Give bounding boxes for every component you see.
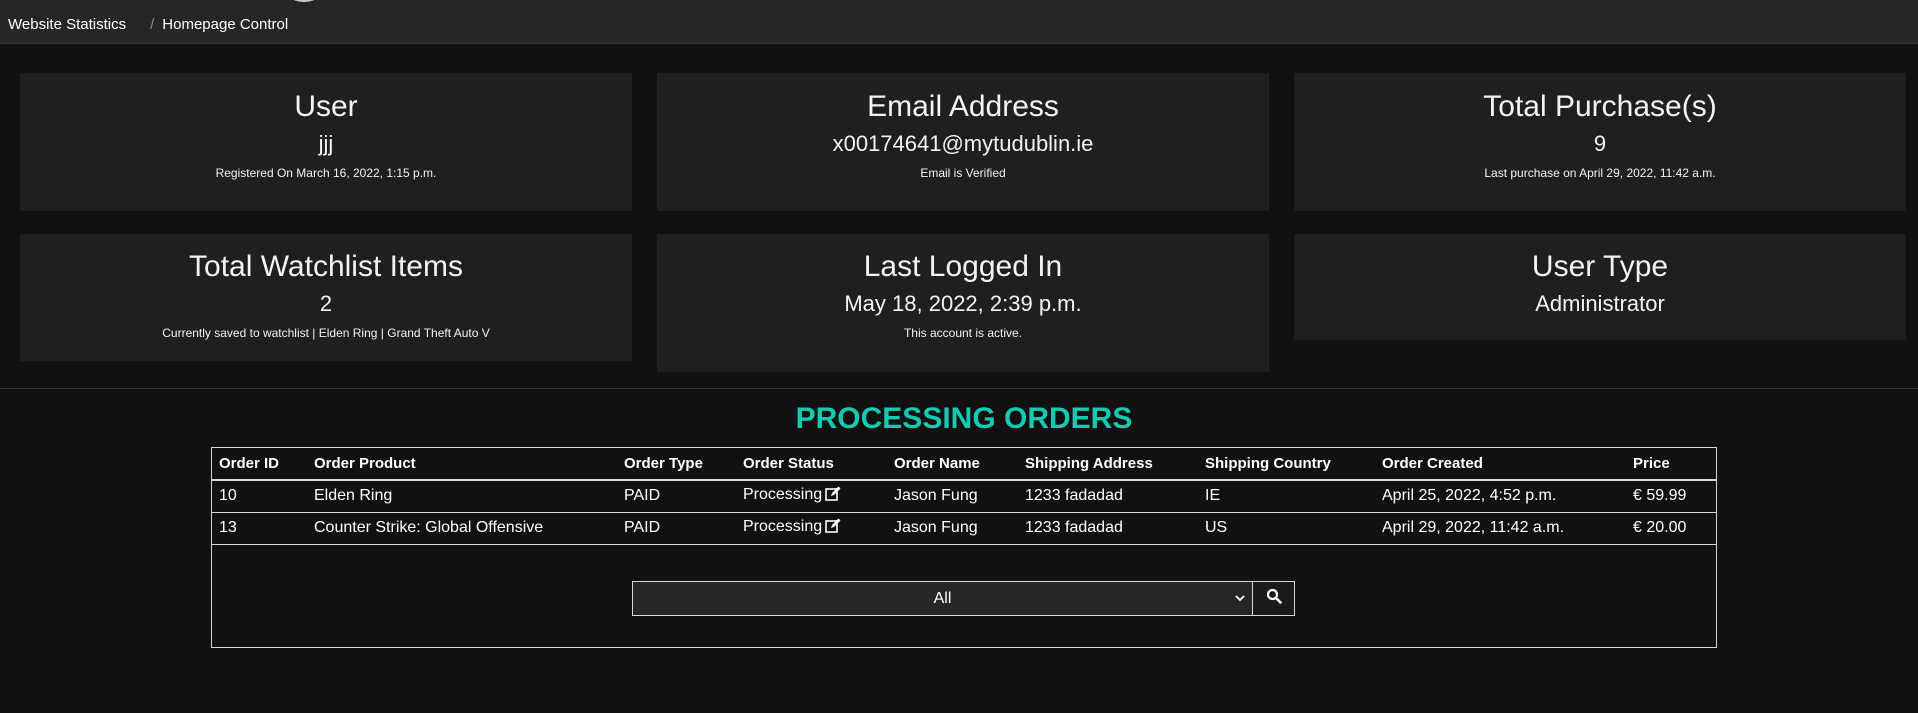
edit-icon[interactable]: [825, 486, 841, 506]
order-product-cell: Counter Strike: Global Offensive: [306, 512, 616, 545]
shipping-country-cell: IE: [1197, 480, 1374, 513]
user-card-value: jjj: [318, 131, 334, 156]
breadcrumb-website-statistics[interactable]: Website Statistics: [8, 16, 126, 33]
processing-orders-title: PROCESSING ORDERS: [795, 402, 1133, 435]
price-cell: € 20.00: [1625, 512, 1717, 545]
order-type-cell: PAID: [616, 480, 735, 513]
last-login-card-status: This account is active.: [903, 326, 1023, 340]
col-order-name: Order Name: [886, 447, 1017, 481]
order-status-text: Processing: [743, 486, 823, 504]
email-card-value: x00174641@mytudublin.ie: [832, 131, 1094, 156]
col-order-created: Order Created: [1374, 447, 1625, 481]
purchases-card: Total Purchase(s) 9 Last purchase on Apr…: [1294, 73, 1906, 211]
search-button[interactable]: [1253, 581, 1295, 616]
col-shipping-address: Shipping Address: [1017, 447, 1197, 481]
shipping-address-cell: 1233 fadadad: [1017, 480, 1197, 513]
email-card: Email Address x00174641@mytudublin.ie Em…: [657, 73, 1269, 211]
edit-icon[interactable]: [825, 518, 841, 538]
price-cell: € 59.99: [1625, 480, 1717, 513]
col-order-id: Order ID: [211, 447, 306, 481]
logo-icon: [282, 0, 326, 2]
col-order-type: Order Type: [616, 447, 735, 481]
breadcrumb-separator: /: [150, 16, 155, 33]
last-login-card-title: Last Logged In: [863, 250, 1063, 283]
purchases-card-last: Last purchase on April 29, 2022, 11:42 a…: [1484, 166, 1716, 180]
col-price: Price: [1625, 447, 1717, 481]
purchases-card-title: Total Purchase(s): [1483, 90, 1717, 123]
order-name-cell: Jason Fung: [886, 512, 1017, 545]
order-type-cell: PAID: [616, 512, 735, 545]
order-filter: All: [632, 581, 1295, 616]
user-type-card: User Type Administrator: [1294, 234, 1906, 340]
user-card-title: User: [294, 90, 358, 123]
order-name-cell: Jason Fung: [886, 480, 1017, 513]
watchlist-card-title: Total Watchlist Items: [189, 250, 463, 283]
status-filter-select[interactable]: All: [632, 581, 1253, 616]
order-id-cell: 13: [211, 512, 306, 545]
orders-table: Order ID Order Product Order Type Order …: [211, 447, 1717, 545]
top-bar: Website Statistics / Homepage Control: [0, 0, 1918, 44]
table-row: 10 Elden Ring PAID Processing Jason Fung…: [211, 480, 1717, 513]
watchlist-card-value: 2: [319, 291, 333, 316]
last-login-card: Last Logged In May 18, 2022, 2:39 p.m. T…: [657, 234, 1269, 372]
order-product-cell: Elden Ring: [306, 480, 616, 513]
shipping-country-cell: US: [1197, 512, 1374, 545]
breadcrumb-homepage-control[interactable]: Homepage Control: [162, 16, 288, 33]
order-created-cell: April 29, 2022, 11:42 a.m.: [1374, 512, 1625, 545]
col-order-product: Order Product: [306, 447, 616, 481]
purchases-card-value: 9: [1593, 131, 1607, 156]
table-row: 13 Counter Strike: Global Offensive PAID…: [211, 512, 1717, 545]
order-status-cell: Processing: [735, 480, 886, 513]
email-card-verified: Email is Verified: [920, 166, 1006, 180]
user-card: User jjj Registered On March 16, 2022, 1…: [20, 73, 632, 211]
order-created-cell: April 25, 2022, 4:52 p.m.: [1374, 480, 1625, 513]
watchlist-card: Total Watchlist Items 2 Currently saved …: [20, 234, 632, 361]
breadcrumb: Website Statistics / Homepage Control: [8, 16, 288, 33]
user-type-card-value: Administrator: [1535, 291, 1665, 316]
user-card-registered: Registered On March 16, 2022, 1:15 p.m.: [215, 166, 437, 180]
col-order-status: Order Status: [735, 447, 886, 481]
chevron-down-icon: [1234, 591, 1246, 610]
user-type-card-title: User Type: [1531, 250, 1669, 283]
orders-header-row: Order ID Order Product Order Type Order …: [211, 447, 1717, 481]
order-id-cell: 10: [211, 480, 306, 513]
order-status-cell: Processing: [735, 512, 886, 545]
status-filter-value: All: [933, 589, 952, 607]
search-icon: [1266, 588, 1282, 609]
last-login-card-value: May 18, 2022, 2:39 p.m.: [844, 291, 1082, 316]
email-card-title: Email Address: [867, 90, 1059, 123]
section-divider: [0, 388, 1918, 389]
watchlist-card-items: Currently saved to watchlist | Elden Rin…: [162, 326, 490, 340]
shipping-address-cell: 1233 fadadad: [1017, 512, 1197, 545]
order-status-text: Processing: [743, 518, 823, 535]
col-shipping-country: Shipping Country: [1197, 447, 1374, 481]
